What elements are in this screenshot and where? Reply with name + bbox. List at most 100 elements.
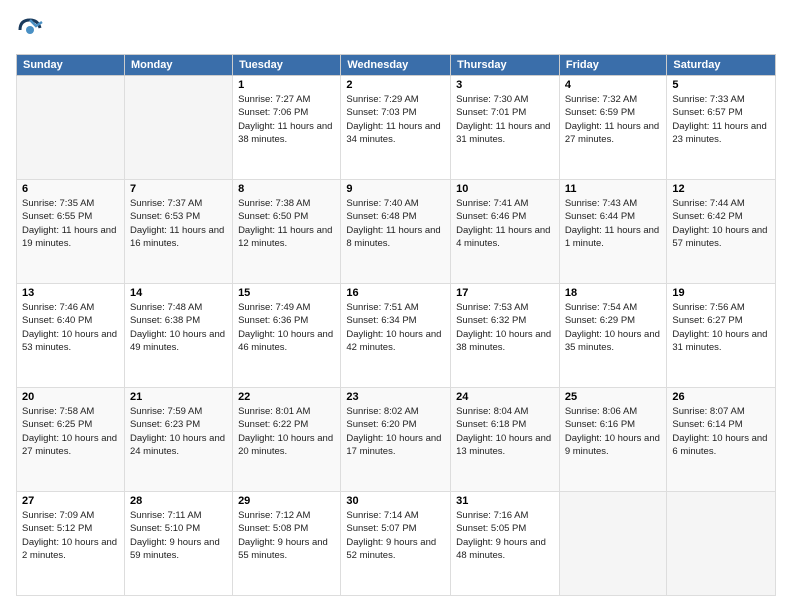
day-number: 16 <box>346 287 445 299</box>
calendar-cell: 20 Sunrise: 7:58 AM Sunset: 6:25 PM Dayli… <box>17 388 125 492</box>
day-info: Sunrise: 8:07 AM Sunset: 6:14 PM Dayligh… <box>672 405 770 458</box>
day-number: 9 <box>346 183 445 195</box>
day-info: Sunrise: 7:29 AM Sunset: 7:03 PM Dayligh… <box>346 93 445 146</box>
calendar-cell: 6 Sunrise: 7:35 AM Sunset: 6:55 PM Daylig… <box>17 180 125 284</box>
calendar-header-row: SundayMondayTuesdayWednesdayThursdayFrid… <box>17 55 776 76</box>
day-number: 15 <box>238 287 335 299</box>
day-number: 30 <box>346 495 445 507</box>
day-info: Sunrise: 7:48 AM Sunset: 6:38 PM Dayligh… <box>130 301 227 354</box>
weekday-header-thursday: Thursday <box>451 55 560 76</box>
day-number: 7 <box>130 183 227 195</box>
calendar-cell: 24 Sunrise: 8:04 AM Sunset: 6:18 PM Dayli… <box>451 388 560 492</box>
calendar-cell: 21Sunrise: 7:59 AM Sunset: 6:23 PM Dayli… <box>124 388 232 492</box>
calendar-cell: 1 Sunrise: 7:27 AM Sunset: 7:06 PM Daylig… <box>233 76 341 180</box>
day-number: 31 <box>456 495 554 507</box>
day-info: Sunrise: 7:12 AM Sunset: 5:08 PM Dayligh… <box>238 509 335 562</box>
calendar-cell: 8 Sunrise: 7:38 AM Sunset: 6:50 PM Daylig… <box>233 180 341 284</box>
day-info: Sunrise: 8:02 AM Sunset: 6:20 PM Dayligh… <box>346 405 445 458</box>
day-number: 27 <box>22 495 119 507</box>
calendar-cell: 11Sunrise: 7:43 AM Sunset: 6:44 PM Dayli… <box>559 180 667 284</box>
calendar-cell: 10 Sunrise: 7:41 AM Sunset: 6:46 PM Dayli… <box>451 180 560 284</box>
day-number: 8 <box>238 183 335 195</box>
day-info: Sunrise: 7:16 AM Sunset: 5:05 PM Dayligh… <box>456 509 554 562</box>
day-number: 3 <box>456 79 554 91</box>
calendar-cell: 28 Sunrise: 7:11 AM Sunset: 5:10 PM Dayli… <box>124 492 232 596</box>
calendar-cell: 29 Sunrise: 7:12 AM Sunset: 5:08 PM Dayli… <box>233 492 341 596</box>
day-number: 28 <box>130 495 227 507</box>
day-info: Sunrise: 7:46 AM Sunset: 6:40 PM Dayligh… <box>22 301 119 354</box>
day-number: 24 <box>456 391 554 403</box>
day-number: 25 <box>565 391 662 403</box>
day-number: 23 <box>346 391 445 403</box>
calendar-cell: 4Sunrise: 7:32 AM Sunset: 6:59 PM Daylig… <box>559 76 667 180</box>
calendar-week-row: 27 Sunrise: 7:09 AM Sunset: 5:12 PM Dayli… <box>17 492 776 596</box>
day-info: Sunrise: 8:04 AM Sunset: 6:18 PM Dayligh… <box>456 405 554 458</box>
day-info: Sunrise: 7:30 AM Sunset: 7:01 PM Dayligh… <box>456 93 554 146</box>
day-info: Sunrise: 7:33 AM Sunset: 6:57 PM Dayligh… <box>672 93 770 146</box>
day-info: Sunrise: 7:09 AM Sunset: 5:12 PM Dayligh… <box>22 509 119 562</box>
calendar-cell: 17 Sunrise: 7:53 AM Sunset: 6:32 PM Dayli… <box>451 284 560 388</box>
logo <box>16 16 48 44</box>
day-info: Sunrise: 8:06 AM Sunset: 6:16 PM Dayligh… <box>565 405 662 458</box>
day-info: Sunrise: 7:58 AM Sunset: 6:25 PM Dayligh… <box>22 405 119 458</box>
day-number: 18 <box>565 287 662 299</box>
day-number: 13 <box>22 287 119 299</box>
day-number: 1 <box>238 79 335 91</box>
calendar-week-row: 6 Sunrise: 7:35 AM Sunset: 6:55 PM Daylig… <box>17 180 776 284</box>
calendar-cell: 16Sunrise: 7:51 AM Sunset: 6:34 PM Dayli… <box>341 284 451 388</box>
calendar-cell: 27 Sunrise: 7:09 AM Sunset: 5:12 PM Dayli… <box>17 492 125 596</box>
calendar-cell: 23 Sunrise: 8:02 AM Sunset: 6:20 PM Dayli… <box>341 388 451 492</box>
calendar-cell: 22 Sunrise: 8:01 AM Sunset: 6:22 PM Dayli… <box>233 388 341 492</box>
day-info: Sunrise: 7:44 AM Sunset: 6:42 PM Dayligh… <box>672 197 770 250</box>
day-number: 14 <box>130 287 227 299</box>
day-number: 29 <box>238 495 335 507</box>
calendar-cell: 12Sunrise: 7:44 AM Sunset: 6:42 PM Dayli… <box>667 180 776 284</box>
calendar-week-row: 20 Sunrise: 7:58 AM Sunset: 6:25 PM Dayli… <box>17 388 776 492</box>
calendar-cell: 18 Sunrise: 7:54 AM Sunset: 6:29 PM Dayli… <box>559 284 667 388</box>
day-info: Sunrise: 7:54 AM Sunset: 6:29 PM Dayligh… <box>565 301 662 354</box>
calendar-cell <box>667 492 776 596</box>
day-info: Sunrise: 7:53 AM Sunset: 6:32 PM Dayligh… <box>456 301 554 354</box>
weekday-header-sunday: Sunday <box>17 55 125 76</box>
calendar-table: SundayMondayTuesdayWednesdayThursdayFrid… <box>16 54 776 596</box>
page: SundayMondayTuesdayWednesdayThursdayFrid… <box>0 0 792 612</box>
header <box>16 16 776 44</box>
weekday-header-friday: Friday <box>559 55 667 76</box>
day-info: Sunrise: 7:40 AM Sunset: 6:48 PM Dayligh… <box>346 197 445 250</box>
weekday-header-tuesday: Tuesday <box>233 55 341 76</box>
calendar-cell: 14 Sunrise: 7:48 AM Sunset: 6:38 PM Dayli… <box>124 284 232 388</box>
calendar-cell: 25 Sunrise: 8:06 AM Sunset: 6:16 PM Dayli… <box>559 388 667 492</box>
day-number: 17 <box>456 287 554 299</box>
calendar-cell: 15 Sunrise: 7:49 AM Sunset: 6:36 PM Dayli… <box>233 284 341 388</box>
calendar-cell: 5 Sunrise: 7:33 AM Sunset: 6:57 PM Daylig… <box>667 76 776 180</box>
day-number: 21 <box>130 391 227 403</box>
weekday-header-wednesday: Wednesday <box>341 55 451 76</box>
calendar-cell: 26Sunrise: 8:07 AM Sunset: 6:14 PM Dayli… <box>667 388 776 492</box>
calendar-cell: 3 Sunrise: 7:30 AM Sunset: 7:01 PM Daylig… <box>451 76 560 180</box>
calendar-cell <box>559 492 667 596</box>
day-info: Sunrise: 7:49 AM Sunset: 6:36 PM Dayligh… <box>238 301 335 354</box>
day-info: Sunrise: 7:11 AM Sunset: 5:10 PM Dayligh… <box>130 509 227 562</box>
calendar-cell: 19 Sunrise: 7:56 AM Sunset: 6:27 PM Dayli… <box>667 284 776 388</box>
day-number: 22 <box>238 391 335 403</box>
day-info: Sunrise: 8:01 AM Sunset: 6:22 PM Dayligh… <box>238 405 335 458</box>
day-info: Sunrise: 7:35 AM Sunset: 6:55 PM Dayligh… <box>22 197 119 250</box>
calendar-cell <box>124 76 232 180</box>
day-info: Sunrise: 7:56 AM Sunset: 6:27 PM Dayligh… <box>672 301 770 354</box>
day-number: 5 <box>672 79 770 91</box>
calendar-cell: 9 Sunrise: 7:40 AM Sunset: 6:48 PM Daylig… <box>341 180 451 284</box>
calendar-cell: 13 Sunrise: 7:46 AM Sunset: 6:40 PM Dayli… <box>17 284 125 388</box>
day-number: 6 <box>22 183 119 195</box>
day-number: 20 <box>22 391 119 403</box>
calendar-cell: 31 Sunrise: 7:16 AM Sunset: 5:05 PM Dayli… <box>451 492 560 596</box>
day-number: 10 <box>456 183 554 195</box>
day-number: 19 <box>672 287 770 299</box>
day-info: Sunrise: 7:38 AM Sunset: 6:50 PM Dayligh… <box>238 197 335 250</box>
day-info: Sunrise: 7:27 AM Sunset: 7:06 PM Dayligh… <box>238 93 335 146</box>
calendar-week-row: 13 Sunrise: 7:46 AM Sunset: 6:40 PM Dayli… <box>17 284 776 388</box>
calendar-cell: 30Sunrise: 7:14 AM Sunset: 5:07 PM Dayli… <box>341 492 451 596</box>
calendar-cell: 7Sunrise: 7:37 AM Sunset: 6:53 PM Daylig… <box>124 180 232 284</box>
day-info: Sunrise: 7:41 AM Sunset: 6:46 PM Dayligh… <box>456 197 554 250</box>
day-number: 4 <box>565 79 662 91</box>
day-number: 2 <box>346 79 445 91</box>
